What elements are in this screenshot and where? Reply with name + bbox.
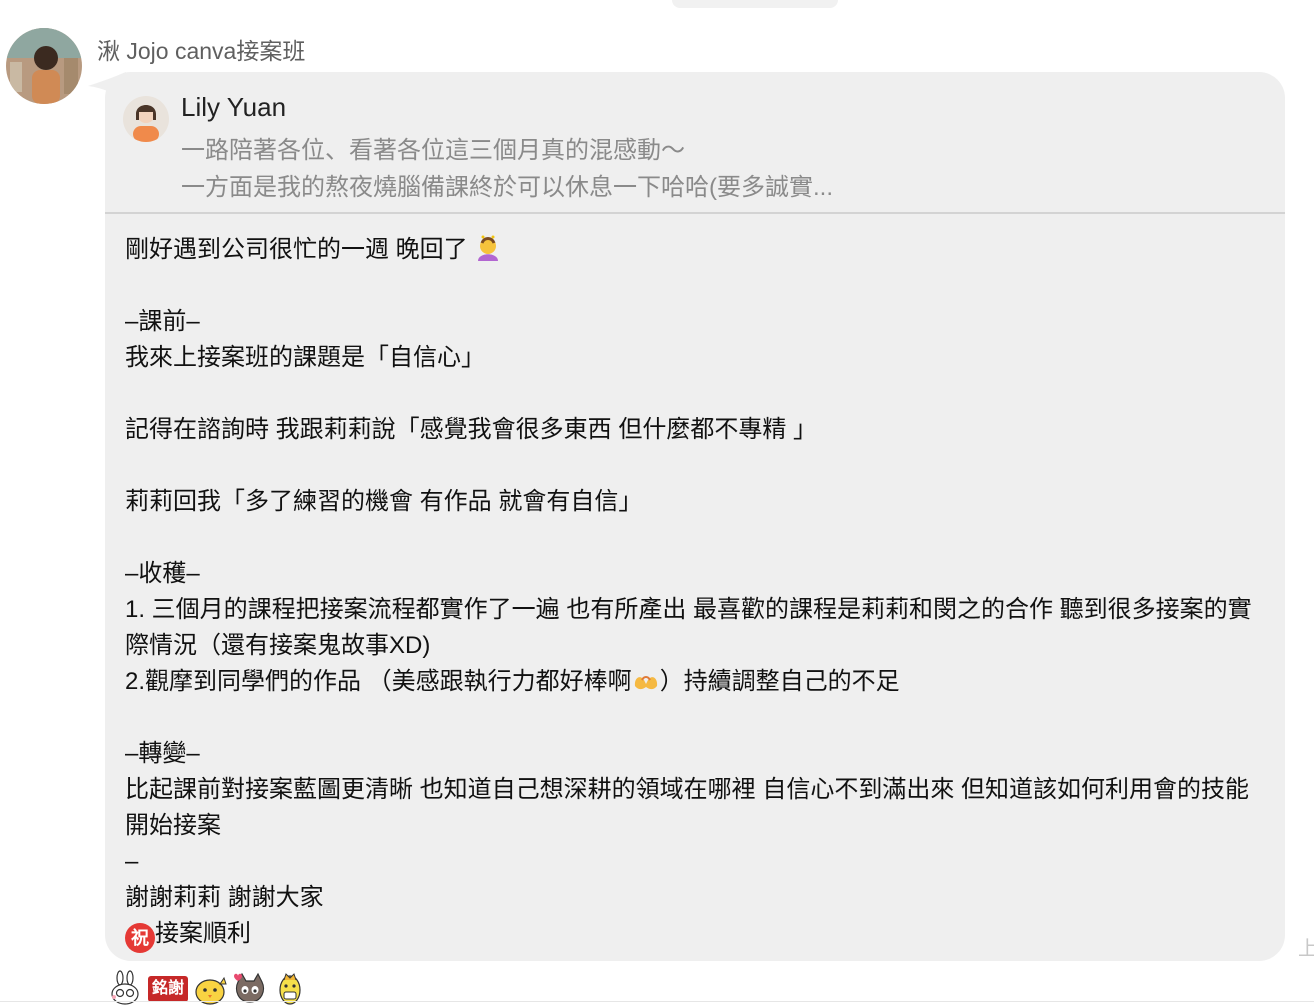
message-line: 莉莉回我「多了練習的機會 有作品 就會有自信」 [125, 488, 643, 515]
message-text: 2.觀摩到同學們的作品 （美感跟執行力都好棒啊 [125, 668, 632, 695]
message-line: 1. 三個月的課程把接案流程都實作了一遍 也有所產出 最喜歡的課程是莉莉和閔之的… [125, 596, 1252, 659]
divider [0, 1001, 1314, 1002]
message-text: ）持續調整自己的不足 [659, 668, 900, 695]
message-line: 比起課前對接案藍圖更清晰 也知道自己想深耕的領域在哪裡 自信心不到滿出來 但知道… [125, 776, 1250, 839]
section-heading-before: –課前– [125, 308, 200, 335]
message-line: 祝接案順利 [125, 916, 1265, 953]
congratulations-badge-icon: 祝 [125, 923, 155, 953]
message-line: 剛好遇到公司很忙的一週 晚回了 [125, 232, 1265, 268]
message-bubble[interactable]: Lily Yuan 一路陪著各位、看著各位這三個月真的混感動～ 一方面是我的熬夜… [105, 72, 1285, 961]
reaction-stickers[interactable]: 銘謝 [108, 966, 308, 1006]
side-marker: 上 [1298, 938, 1314, 960]
chat-view: 湫 Jojo canva接案班 Lily Yuan 一路陪著各位、看著各位這三個… [0, 0, 1314, 1006]
message-line: 謝謝莉莉 謝謝大家 [125, 884, 324, 911]
message-line: 我來上接案班的課題是「自信心」 [125, 344, 485, 371]
quoted-author-name: Lily Yuan [181, 92, 287, 122]
section-heading-gains: –收穫– [125, 560, 200, 587]
section-heading-change: –轉變– [125, 740, 200, 767]
heart-hands-emoji-icon [634, 676, 657, 690]
sender-avatar[interactable] [6, 28, 82, 104]
message-text: 剛好遇到公司很忙的一週 晚回了 [125, 236, 468, 263]
quoted-message[interactable]: Lily Yuan 一路陪著各位、看著各位這三個月真的混感動～ 一方面是我的熬夜… [105, 72, 1285, 214]
message-line: – [125, 848, 139, 875]
message-body: 剛好遇到公司很忙的一週 晚回了 –課前– 我來上接案班的課題是「自信心」 記得在… [125, 232, 1265, 953]
message-text: 接案順利 [155, 920, 251, 947]
message-line: 記得在諮詢時 我跟莉莉說「感覺我會很多東西 但什麼都不專精 」 [125, 416, 818, 443]
quoted-text-line-2: 一方面是我的熬夜燒腦備課終於可以休息一下哈哈(要多誠實... [181, 174, 833, 201]
sender-name: 湫 Jojo canva接案班 [97, 38, 306, 64]
quoted-text-line-1: 一路陪著各位、看著各位這三個月真的混感動～ [181, 137, 685, 164]
message-line: 2.觀摩到同學們的作品 （美感跟執行力都好棒啊 ）持續調整自己的不足 [125, 664, 1265, 700]
thanks-sticker-icon[interactable]: 銘謝 [148, 976, 189, 1002]
quoted-author-avatar [123, 96, 169, 142]
previous-message-edge [672, 0, 838, 8]
person-bowing-emoji-icon [478, 235, 499, 261]
